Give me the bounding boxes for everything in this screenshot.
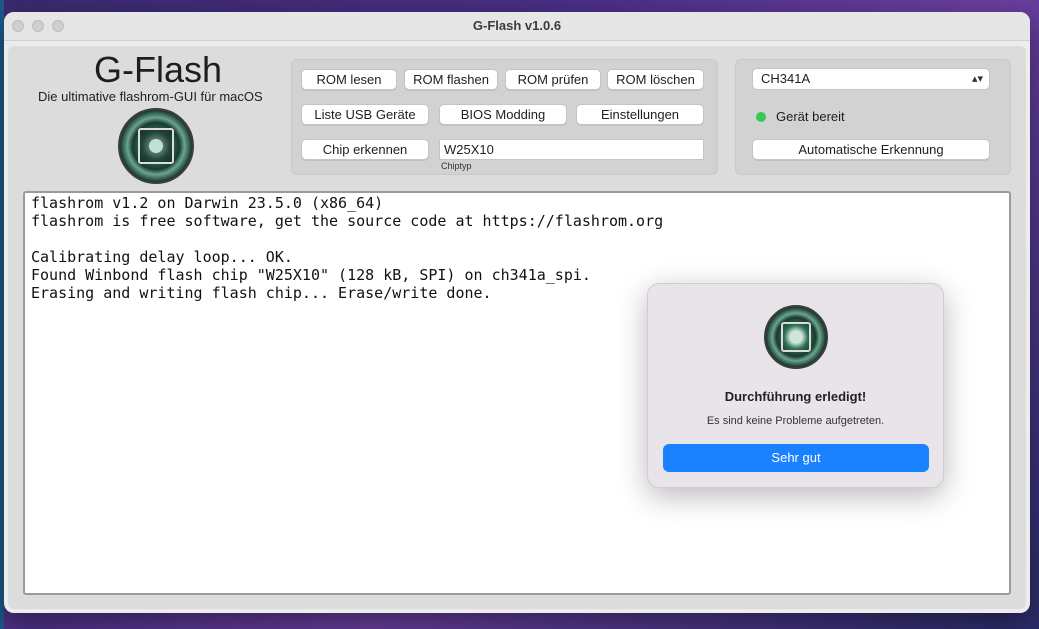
chip-core [149, 139, 163, 153]
settings-button[interactable]: Einstellungen [576, 104, 704, 125]
status-text: Gerät bereit [776, 109, 845, 124]
chip-outline [781, 322, 811, 352]
action-group: ROM lesen ROM flashen ROM prüfen ROM lös… [291, 59, 718, 175]
chevron-updown-icon: ▴▾ [971, 73, 983, 85]
chip-outline [138, 128, 174, 164]
usb-list-button[interactable]: Liste USB Geräte [301, 104, 429, 125]
chip-type-label: Chiptyp [441, 161, 472, 171]
titlebar: G-Flash v1.0.6 [4, 12, 1030, 41]
chip-type-input[interactable]: W25X10 [439, 139, 704, 160]
completion-dialog: Durchführung erledigt! Es sind keine Pro… [647, 283, 944, 488]
console-line: Found Winbond flash chip "W25X10" (128 k… [31, 266, 591, 284]
chip-detect-button[interactable]: Chip erkennen [301, 139, 429, 160]
chip-logo-icon [764, 305, 828, 369]
auto-detect-button[interactable]: Automatische Erkennung [752, 139, 990, 160]
dialog-title: Durchführung erledigt! [724, 389, 867, 404]
console-line: flashrom is free software, get the sourc… [31, 212, 664, 230]
rom-flash-button[interactable]: ROM flashen [404, 69, 498, 90]
rom-verify-button[interactable]: ROM prüfen [505, 69, 601, 90]
dialog-ok-button[interactable]: Sehr gut [663, 444, 929, 472]
bios-modding-button[interactable]: BIOS Modding [439, 104, 567, 125]
app-tagline: Die ultimative flashrom-GUI für macOS [38, 89, 263, 104]
rom-read-button[interactable]: ROM lesen [301, 69, 397, 90]
status-indicator [756, 112, 766, 122]
programmer-select[interactable]: CH341A ▴▾ [752, 68, 990, 90]
programmer-group: CH341A ▴▾ Gerät bereit Automatische Erke… [735, 59, 1011, 175]
window-title: G-Flash v1.0.6 [472, 18, 562, 33]
chip-logo-icon [118, 108, 194, 184]
programmer-selected: CH341A [761, 71, 811, 86]
rom-erase-button[interactable]: ROM löschen [607, 69, 704, 90]
console-line: flashrom v1.2 on Darwin 23.5.0 (x86_64) [31, 194, 384, 212]
console-line: Calibrating delay loop... OK. [31, 248, 293, 266]
dialog-message: Es sind keine Probleme aufgetreten. [706, 415, 885, 427]
app-title: G-Flash [94, 49, 223, 90]
